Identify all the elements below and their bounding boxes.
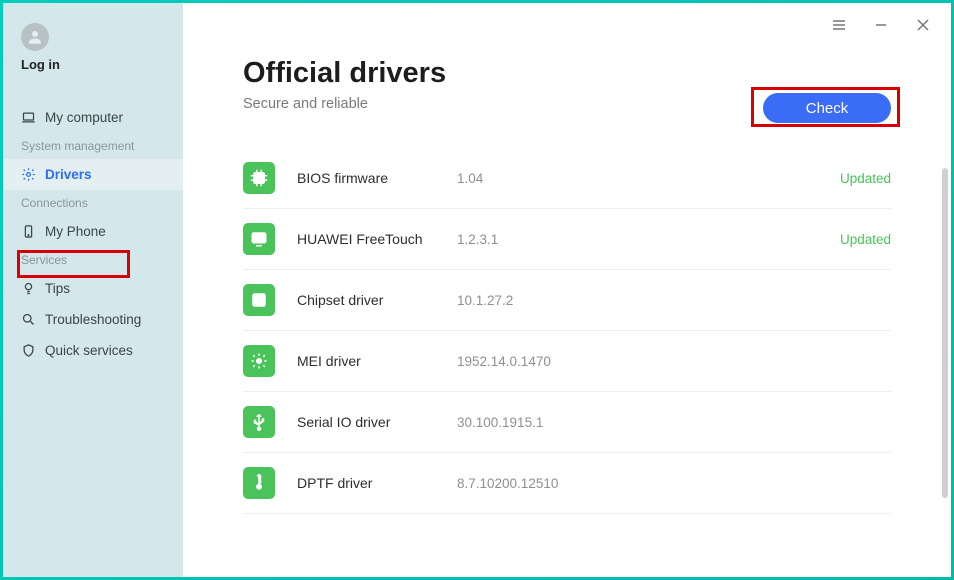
driver-name: HUAWEI FreeTouch — [297, 231, 457, 247]
square-icon — [243, 284, 275, 316]
driver-name: Serial IO driver — [297, 414, 457, 430]
sidebar-item-label: Quick services — [45, 343, 133, 358]
driver-row[interactable]: Chipset driver10.1.27.2 — [243, 270, 891, 331]
user-icon — [26, 28, 44, 46]
driver-row[interactable]: DPTF driver8.7.10200.12510 — [243, 453, 891, 514]
sidebar-item-tips[interactable]: Tips — [3, 273, 183, 304]
driver-row[interactable]: HUAWEI FreeTouch1.2.3.1Updated — [243, 209, 891, 270]
driver-row[interactable]: MEI driver1952.14.0.1470 — [243, 331, 891, 392]
usb-icon — [243, 406, 275, 438]
thermo-icon — [243, 467, 275, 499]
driver-name: BIOS firmware — [297, 170, 457, 186]
sidebar-item-troubleshooting[interactable]: Troubleshooting — [3, 304, 183, 335]
sidebar-item-my-phone[interactable]: My Phone — [3, 216, 183, 247]
menu-icon[interactable] — [831, 17, 847, 33]
section-system-management: System management — [3, 133, 183, 159]
avatar[interactable] — [21, 23, 49, 51]
driver-status: Updated — [840, 232, 891, 247]
scrollbar-thumb[interactable] — [942, 168, 948, 498]
monitor-icon — [243, 223, 275, 255]
sidebar-item-drivers[interactable]: Drivers — [3, 159, 183, 190]
driver-status: Updated — [840, 171, 891, 186]
sidebar-item-quick-services[interactable]: Quick services — [3, 335, 183, 366]
sidebar-item-label: Drivers — [45, 167, 92, 182]
driver-version: 8.7.10200.12510 — [457, 476, 891, 491]
sidebar-item-label: My computer — [45, 110, 123, 125]
login-link[interactable]: Log in — [21, 57, 165, 72]
chip-icon — [243, 162, 275, 194]
sidebar: Log in My computer System management Dri… — [3, 3, 183, 577]
phone-icon — [21, 224, 36, 239]
gear-icon — [21, 167, 36, 182]
sidebar-item-label: Tips — [45, 281, 70, 296]
sidebar-item-label: My Phone — [45, 224, 106, 239]
shield-icon — [21, 343, 36, 358]
sidebar-item-label: Troubleshooting — [45, 312, 141, 327]
sidebar-item-my-computer[interactable]: My computer — [3, 102, 183, 133]
titlebar — [831, 17, 931, 33]
driver-list: BIOS firmware1.04UpdatedHUAWEI FreeTouch… — [243, 148, 891, 514]
driver-row[interactable]: BIOS firmware1.04Updated — [243, 148, 891, 209]
close-button[interactable] — [915, 17, 931, 33]
section-connections: Connections — [3, 190, 183, 216]
driver-version: 10.1.27.2 — [457, 293, 891, 308]
laptop-icon — [21, 110, 36, 125]
driver-version: 30.100.1915.1 — [457, 415, 891, 430]
page-title: Official drivers — [243, 57, 891, 90]
profile-block: Log in — [3, 23, 183, 102]
driver-name: Chipset driver — [297, 292, 457, 308]
section-services: Services — [3, 247, 183, 273]
driver-name: MEI driver — [297, 353, 457, 369]
driver-row[interactable]: Serial IO driver30.100.1915.1 — [243, 392, 891, 453]
bulb-icon — [21, 281, 36, 296]
magnifier-icon — [21, 312, 36, 327]
driver-version: 1.04 — [457, 171, 840, 186]
driver-name: DPTF driver — [297, 475, 457, 491]
app-window: Log in My computer System management Dri… — [3, 3, 951, 577]
gear-icon — [243, 345, 275, 377]
minimize-button[interactable] — [873, 17, 889, 33]
driver-version: 1952.14.0.1470 — [457, 354, 891, 369]
check-button[interactable]: Check — [763, 93, 891, 123]
main-panel: Official drivers Secure and reliable Che… — [183, 3, 951, 577]
driver-version: 1.2.3.1 — [457, 232, 840, 247]
